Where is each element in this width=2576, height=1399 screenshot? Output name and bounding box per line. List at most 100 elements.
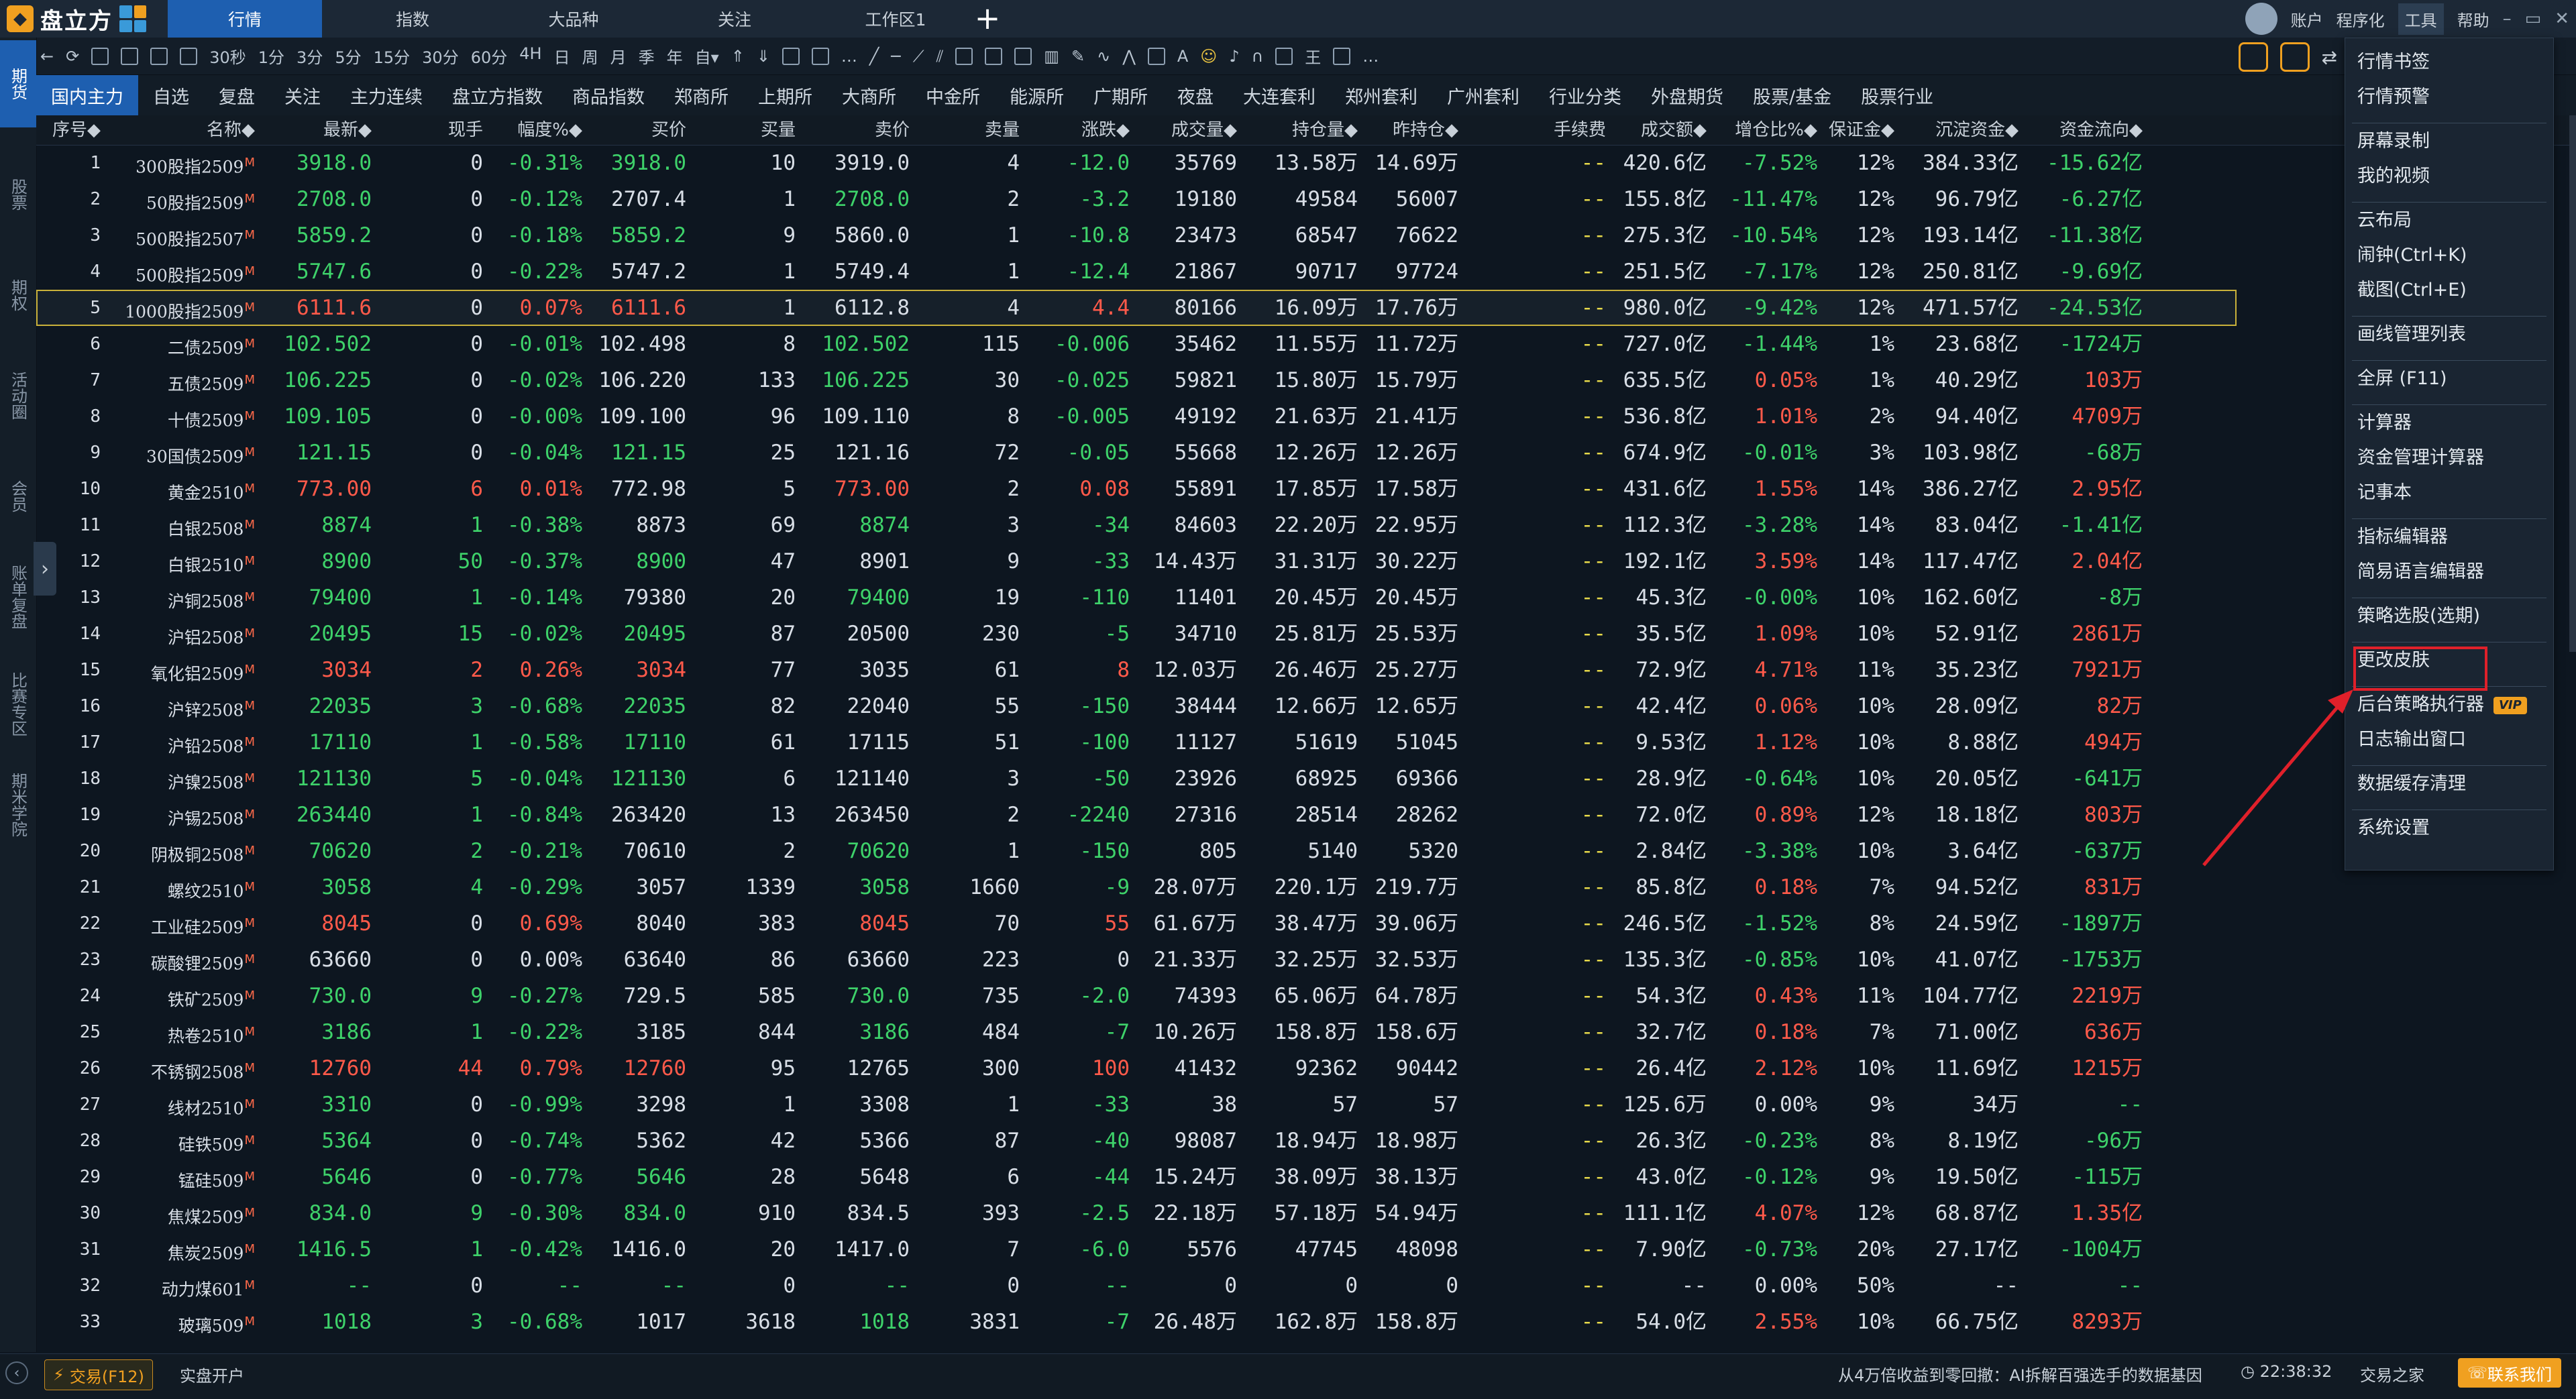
column-header-10[interactable]: 成交量◆	[1136, 115, 1237, 145]
menu-item-18[interactable]: 指标编辑器	[2357, 524, 2448, 551]
column-header-17[interactable]: 沉淀资金◆	[1904, 115, 2019, 145]
magnet-icon[interactable]: ∩	[1252, 47, 1264, 66]
rect-draw-icon[interactable]	[955, 47, 973, 65]
table-row[interactable]: 7 五债2509M 106.225 0 -0.02% 106.220 133 106.225 3…	[36, 362, 2237, 398]
menu-item-3[interactable]: 屏幕录制	[2357, 128, 2430, 155]
table-row[interactable]: 18 沪镍2508M 121130 5 -0.04% 121130 6 121140 3 -50 2…	[36, 761, 2237, 797]
bars-icon[interactable]: ▥	[1044, 47, 1059, 66]
menu-item-6[interactable]: 云布局	[2357, 207, 2412, 234]
bell-icon[interactable]: ♪	[1229, 47, 1239, 66]
zigzag-icon[interactable]: ⋀	[1122, 47, 1136, 66]
category-tab-4[interactable]: 主力连续	[335, 75, 437, 115]
help-link[interactable]: 帮助	[2457, 7, 2489, 31]
category-tab-9[interactable]: 大商所	[827, 75, 911, 115]
period-button-10[interactable]: 月	[610, 44, 627, 68]
menu-item-0[interactable]: 行情书签	[2357, 49, 2430, 76]
category-tab-0[interactable]: 国内主力	[36, 75, 138, 115]
news-ticker[interactable]: 从4万倍收益到零回撤：AI拆解百强选手的数据基因	[1838, 1362, 2202, 1386]
period-button-3[interactable]: 5分	[335, 44, 361, 68]
column-header-8[interactable]: 卖量	[926, 115, 1020, 145]
period-button-4[interactable]: 15分	[374, 44, 411, 68]
category-tab-10[interactable]: 中金所	[911, 75, 995, 115]
text-icon[interactable]: A	[1177, 47, 1188, 66]
table-row[interactable]: 28 硅铁509M 5364 0 -0.74% 5362 42 5366 87 -40 98087 1…	[36, 1123, 2237, 1159]
table-row[interactable]: 24 铁矿2509M 730.0 9 -0.27% 729.5 585 730.0 735 -2.…	[36, 978, 2237, 1014]
chart-icon[interactable]	[150, 47, 168, 65]
category-tab-2[interactable]: 复盘	[204, 75, 270, 115]
top-tab-3[interactable]: 关注	[657, 0, 812, 38]
trade-home-link[interactable]: 交易之家	[2360, 1362, 2424, 1386]
column-header-16[interactable]: 保证金◆	[1827, 115, 1894, 145]
grid-tool-icon[interactable]	[1275, 47, 1293, 65]
category-tab-13[interactable]: 夜盘	[1163, 75, 1228, 115]
column-header-15[interactable]: 增仓比%◆	[1717, 115, 1817, 145]
table-row[interactable]: 10 黄金2510M 773.00 6 0.01% 772.98 5 773.00 2 0.08 5…	[36, 471, 2237, 507]
left-nav-item-1[interactable]: 股票	[0, 154, 36, 235]
menu-item-21[interactable]: 策略选股(选期)	[2357, 603, 2480, 630]
period-button-9[interactable]: 周	[582, 44, 598, 68]
category-tab-5[interactable]: 盘立方指数	[437, 75, 557, 115]
category-tab-16[interactable]: 广州套利	[1432, 75, 1534, 115]
category-tab-11[interactable]: 能源所	[995, 75, 1079, 115]
king-icon[interactable]: 王	[1305, 44, 1321, 68]
column-header-9[interactable]: 涨跌◆	[1036, 115, 1130, 145]
back-arrow-icon[interactable]: ←	[40, 47, 54, 66]
table-row[interactable]: 31 焦炭2509M 1416.5 1 -0.42% 1416.0 20 1417.0 7 -6.…	[36, 1231, 2237, 1268]
table-row[interactable]: 25 热卷2510M 3186 1 -0.22% 3185 844 3186 484 -7 10.2…	[36, 1014, 2237, 1050]
left-nav-item-0[interactable]: 期货	[0, 40, 36, 127]
link-icon[interactable]: ⇄	[2322, 46, 2337, 68]
column-header-4[interactable]: 幅度%◆	[488, 115, 582, 145]
table-row[interactable]: 12 白银2510M 8900 50 -0.37% 8900 47 8901 9 -33 14.43…	[36, 543, 2237, 579]
table-row[interactable]: 4 500股指2509M 5747.6 0 -0.22% 5747.2 1 5749.4 1 -1…	[36, 254, 2237, 290]
calendar-icon[interactable]	[2279, 42, 2310, 72]
left-nav-item-3[interactable]: 活动圈	[0, 355, 36, 436]
menu-item-7[interactable]: 闹钟(Ctrl+K)	[2357, 242, 2467, 269]
left-nav-item-4[interactable]: 会员	[0, 463, 36, 530]
period-button-11[interactable]: 季	[639, 44, 655, 68]
menu-item-19[interactable]: 简易语言编辑器	[2357, 559, 2484, 585]
image-icon[interactable]	[1333, 47, 1351, 65]
fibonacci-icon[interactable]	[985, 47, 1003, 65]
table-row[interactable]: 16 沪锌2508M 22035 3 -0.68% 22035 82 22040 55 -150 3…	[36, 688, 2237, 724]
left-nav-item-7[interactable]: 期米学院	[0, 765, 36, 845]
period-button-2[interactable]: 3分	[297, 44, 323, 68]
trade-button[interactable]: ⚡ 交易(F12)	[44, 1359, 153, 1390]
period-button-5[interactable]: 30分	[422, 44, 459, 68]
template-icon[interactable]	[180, 47, 198, 65]
top-tab-1[interactable]: 指数	[335, 0, 490, 38]
category-tab-1[interactable]: 自选	[138, 75, 204, 115]
ruler-icon[interactable]	[1147, 47, 1165, 65]
strategy-icon[interactable]	[2238, 42, 2268, 72]
smiley-icon[interactable]: ☺	[1200, 47, 1217, 66]
top-tab-0[interactable]: 行情	[168, 0, 322, 38]
contact-button[interactable]: ☏ 联系我们	[2458, 1358, 2562, 1388]
menu-item-15[interactable]: 资金管理计算器	[2357, 445, 2484, 471]
menu-item-12[interactable]: 全屏 (F11)	[2357, 366, 2447, 392]
table-row[interactable]: 2 50股指2509M 2708.0 0 -0.12% 2707.4 1 2708.0 2 -3.…	[36, 181, 2237, 217]
account-link[interactable]: 账户	[2291, 7, 2323, 31]
menu-item-28[interactable]: 数据缓存清理	[2357, 771, 2466, 797]
period-button-0[interactable]: 30秒	[209, 44, 246, 68]
left-nav-item-2[interactable]: 期权	[0, 262, 36, 329]
add-workspace-button[interactable]: +	[971, 3, 1004, 35]
column-header-5[interactable]: 买价	[586, 115, 686, 145]
table-row[interactable]: 19 沪锡2508M 263440 1 -0.84% 263420 13 263450 2 -22…	[36, 797, 2237, 833]
table-row[interactable]: 26 不锈钢2508M 12760 44 0.79% 12760 95 12765 300 100…	[36, 1050, 2237, 1086]
pencil-icon[interactable]: ✎	[1071, 47, 1085, 66]
category-tab-15[interactable]: 郑州套利	[1330, 75, 1432, 115]
left-nav-item-6[interactable]: 比赛专区	[0, 664, 36, 744]
period-button-7[interactable]: 4H	[519, 44, 541, 68]
column-header-7[interactable]: 卖价	[802, 115, 910, 145]
table-row[interactable]: 6 二债2509M 102.502 0 -0.01% 102.498 8 102.502 115…	[36, 326, 2237, 362]
left-nav-item-5[interactable]: 账单复盘	[0, 557, 36, 637]
period-button-1[interactable]: 1分	[258, 44, 284, 68]
table-row[interactable]: 30 焦煤2509M 834.0 9 -0.30% 834.0 910 834.5 393 -2.…	[36, 1195, 2237, 1231]
category-tab-14[interactable]: 大连套利	[1228, 75, 1330, 115]
double-down-icon[interactable]: ⇓	[757, 47, 770, 66]
table-row[interactable]: 33 玻璃509M 1018 3 -0.68% 1017 3618 1018 3831 -7 26.…	[36, 1304, 2237, 1340]
minimize-button[interactable]: –	[2503, 9, 2512, 29]
menu-item-25[interactable]: 后台策略执行器 VIP	[2357, 691, 2527, 718]
menu-item-10[interactable]: 画线管理列表	[2357, 321, 2466, 348]
table-row[interactable]: 23 碳酸锂2509M 63660 0 0.00% 63640 86 63660 223 0 21.…	[36, 942, 2237, 978]
tools-menu-button[interactable]: 工具	[2398, 3, 2444, 35]
